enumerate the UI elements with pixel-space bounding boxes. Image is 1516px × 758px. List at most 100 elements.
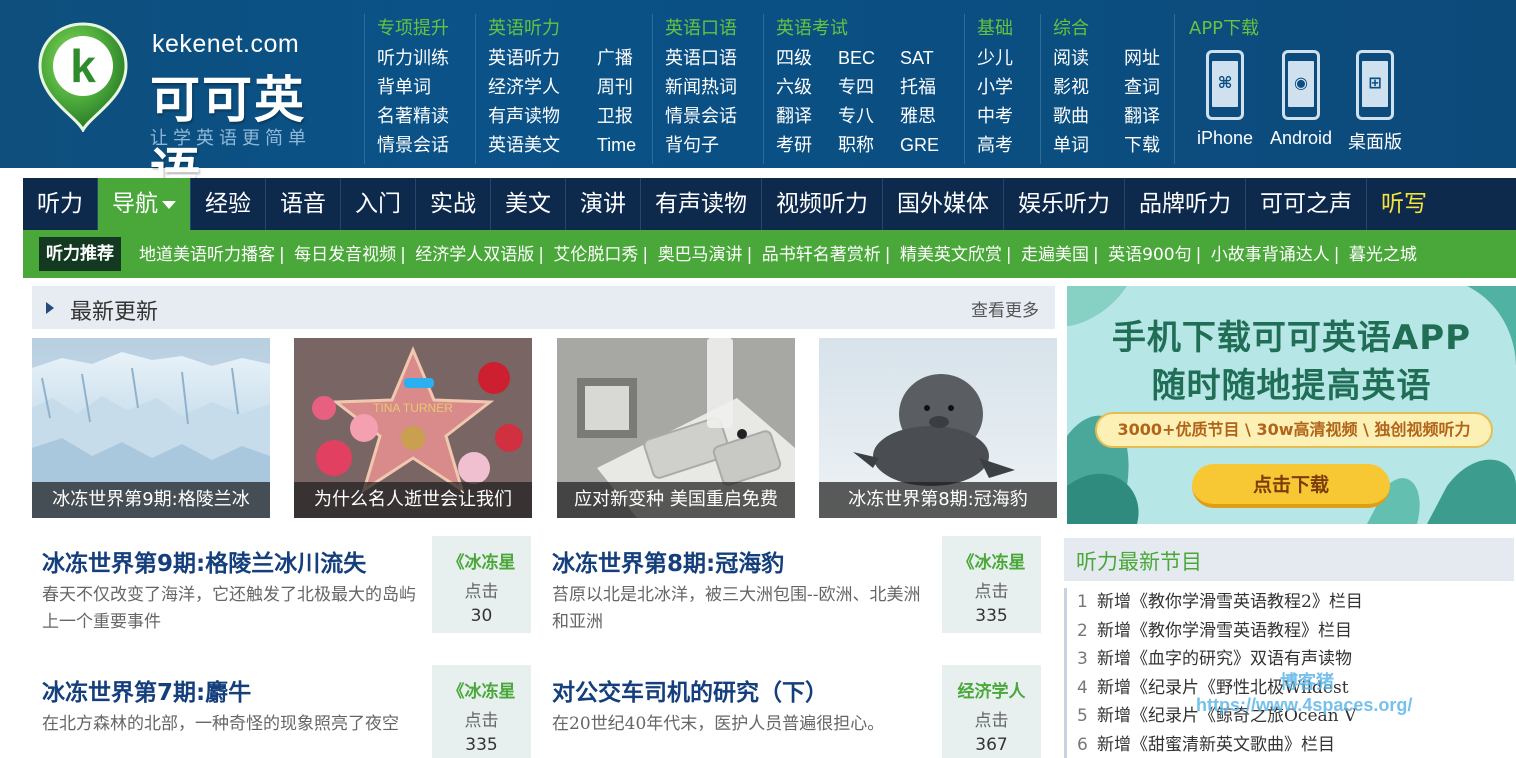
nav-item[interactable]: 语音 [266,178,341,230]
nav-item[interactable]: 娱乐听力 [1004,178,1125,230]
header-link[interactable]: BEC [838,44,878,73]
recommend-link[interactable]: 经济学人双语版 [415,245,534,265]
header-link[interactable]: 英语口语 [665,44,762,73]
article-title[interactable]: 冰冻世界第9期:格陵兰冰川流失 [42,544,366,578]
recommend-link[interactable]: 地道美语听力播客 [139,245,275,265]
header-link[interactable]: 雅思 [900,102,963,131]
header-link[interactable]: 阅读 [1053,44,1102,73]
article-item: 对公交车司机的研究（下） 在20世纪40年代末，医护人员普遍很担心。 经济学人 … [552,665,1052,758]
thumb-caption: 为什么名人逝世会让我们 [294,482,532,518]
app-android-button[interactable]: ◉ Android [1265,50,1337,149]
header-col-title[interactable]: 专项提升 [377,14,474,44]
list-item[interactable]: 6 新增《甜蜜清新英文歌曲》栏目 [1064,730,1514,758]
nav-item[interactable]: 美文 [491,178,566,230]
header-link[interactable]: 单词 [1053,131,1102,160]
recommend-link[interactable]: 走遍美国 [1021,245,1089,265]
app-label: Android [1269,128,1333,148]
view-more-link[interactable]: 查看更多 [971,296,1039,321]
header-link[interactable]: 卫报 [597,102,651,131]
nav-item-active[interactable]: 导航 [98,178,191,230]
header-col-title[interactable]: 英语考试 [776,14,963,44]
header-link[interactable]: 英语听力 [488,44,575,73]
site-logo[interactable]: k kekenet.com 可可英语 让学英语更简单 [36,18,356,201]
header-link[interactable]: 背句子 [665,131,762,160]
thumb-card[interactable]: 应对新变种 美国重启免费 [557,338,795,518]
recommend-link[interactable]: 小故事背诵达人 [1211,245,1330,265]
recommend-link[interactable]: 精美英文欣赏 [900,245,1002,265]
recommend-link[interactable]: 英语900句 [1108,245,1191,265]
app-desktop-button[interactable]: ⊞ 桌面版 [1339,50,1411,154]
header-link[interactable]: 专八 [838,102,878,131]
header-link[interactable]: 英语美文 [488,131,575,160]
nav-item[interactable]: 国外媒体 [883,178,1004,230]
nav-item[interactable]: 经验 [191,178,266,230]
header-link[interactable]: 考研 [776,131,816,160]
header-link[interactable]: 小学 [977,73,1039,102]
header-link[interactable]: 歌曲 [1053,102,1102,131]
nav-item[interactable]: 可可之声 [1246,178,1367,230]
header-link[interactable]: 下载 [1124,131,1173,160]
nav-item[interactable]: 实战 [416,178,491,230]
header-link[interactable]: 名著精读 [377,102,474,131]
nav-item[interactable]: 听力 [23,178,98,230]
thumb-card[interactable]: TINA TURNER 为什么名人逝世会让我们 [294,338,532,518]
header-link[interactable]: 有声读物 [488,102,575,131]
header-col-title[interactable]: 基础 [977,14,1039,44]
article-column-link[interactable]: 《冰冻星 [432,677,531,702]
header-link[interactable]: 少儿 [977,44,1039,73]
article-column-link[interactable]: 《冰冻星 [942,548,1041,573]
header-link[interactable]: 查词 [1124,73,1173,102]
header-link[interactable]: GRE [900,131,963,160]
thumb-card[interactable]: 冰冻世界第9期:格陵兰冰 [32,338,270,518]
banner-download-button[interactable]: 点击下载 [1192,464,1390,508]
app-label: iPhone [1196,128,1254,148]
list-item[interactable]: 3 新增《血字的研究》双语有声读物 [1064,645,1514,674]
recommend-link[interactable]: 每日发音视频 [294,245,396,265]
header-link[interactable]: 经济学人 [488,73,575,102]
list-item[interactable]: 1 新增《教你学滑雪英语教程2》栏目 [1064,588,1514,617]
header-link[interactable]: 背单词 [377,73,474,102]
nav-item[interactable]: 入门 [341,178,416,230]
thumb-card[interactable]: 冰冻世界第8期:冠海豹 [819,338,1057,518]
recommend-link[interactable]: 品书轩名著赏析 [762,245,881,265]
article-title[interactable]: 对公交车司机的研究（下） [552,673,828,707]
header-link[interactable]: 情景会话 [665,102,762,131]
header-link[interactable]: 职称 [838,131,878,160]
recommend-link[interactable]: 暮光之城 [1349,245,1417,265]
main-nav: 听力 导航 经验 语音 入门 实战 美文 演讲 有声读物 视频听力 国外媒体 娱… [23,178,1516,230]
header-link[interactable]: 四级 [776,44,816,73]
nav-item[interactable]: 品牌听力 [1125,178,1246,230]
app-download-banner[interactable]: 手机下载可可英语APP 随时随地提高英语 3000+优质节目 \ 30w高清视频… [1067,286,1516,524]
list-item[interactable]: 2 新增《教你学滑雪英语教程》栏目 [1064,616,1514,646]
app-iphone-button[interactable]: ⌘ iPhone [1189,50,1261,149]
nav-item[interactable]: 视频听力 [762,178,883,230]
article-title[interactable]: 冰冻世界第7期:麝牛 [42,673,251,707]
header-link[interactable]: 六级 [776,73,816,102]
recommend-link[interactable]: 奥巴马演讲 [658,245,743,265]
header-link[interactable]: 中考 [977,102,1039,131]
nav-item[interactable]: 演讲 [566,178,641,230]
header-link[interactable]: 高考 [977,131,1039,160]
header-link[interactable]: 翻译 [776,102,816,131]
header-link[interactable]: 翻译 [1124,102,1173,131]
header-link[interactable]: 情景会话 [377,131,474,160]
recommend-link[interactable]: 艾伦脱口秀 [553,245,638,265]
article-column-link[interactable]: 《冰冻星 [432,548,531,573]
header-link[interactable]: 听力训练 [377,44,474,73]
header-link[interactable]: 新闻热词 [665,73,762,102]
header-link[interactable]: 影视 [1053,73,1102,102]
header-col-title[interactable]: 综合 [1053,14,1173,44]
header-link[interactable]: 广播 [597,44,651,73]
article-title[interactable]: 冰冻世界第8期:冠海豹 [552,544,784,578]
header-link[interactable]: 托福 [900,73,963,102]
nav-item[interactable]: 有声读物 [641,178,762,230]
header-col-title[interactable]: 英语听力 [488,14,651,44]
nav-item-dictation[interactable]: 听写 [1367,178,1441,230]
article-column-link[interactable]: 经济学人 [942,677,1041,702]
header-link[interactable]: 周刊 [597,73,651,102]
header-link[interactable]: Time [597,131,651,160]
header-link[interactable]: 网址 [1124,44,1173,73]
header-col-title[interactable]: 英语口语 [665,14,762,44]
header-link[interactable]: 专四 [838,73,878,102]
header-link[interactable]: SAT [900,44,963,73]
